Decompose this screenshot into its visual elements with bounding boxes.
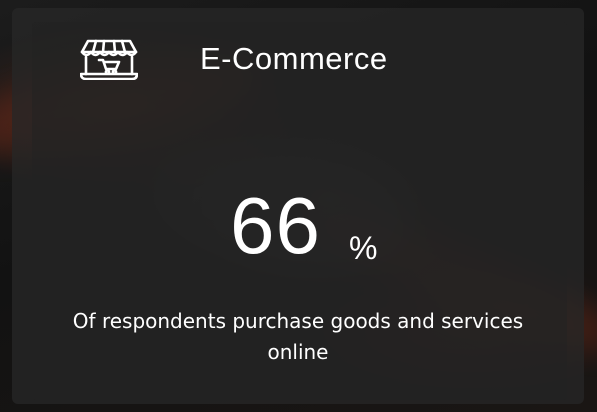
card-header: E-Commerce — [80, 34, 500, 84]
stats-panel: E-Commerce 66 % Of respondents purchase … — [0, 0, 597, 412]
stat-description: Of respondents purchase goods and servic… — [72, 309, 524, 364]
stat-unit: % — [348, 230, 378, 266]
stat-value: 66 — [230, 181, 321, 270]
stat-display: 66 % — [230, 166, 377, 266]
storefront-cart-icon — [80, 38, 138, 80]
card-title: E-Commerce — [200, 41, 388, 76]
